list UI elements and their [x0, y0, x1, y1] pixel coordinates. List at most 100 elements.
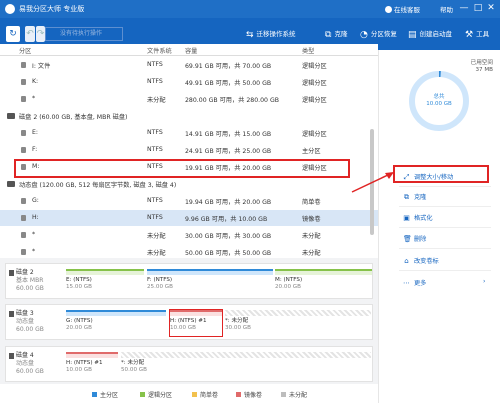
- partition-map-label: F: (NTFS): [147, 277, 173, 283]
- partition-type: 主分区: [302, 148, 321, 155]
- minimize-button[interactable]: —: [458, 2, 470, 15]
- partition-map-label: H: (NTFS) #1: [66, 360, 103, 366]
- partition-name: H:: [32, 214, 39, 221]
- partition-capacity: 14.91 GB 可用，共 15.00 GB: [185, 131, 272, 138]
- disk-map-partition[interactable]: F: (NTFS) 25.00 GB: [147, 269, 273, 295]
- partition-row[interactable]: I: 文件 NTFS 69.91 GB 可用，共 70.00 GB 逻辑分区: [0, 57, 378, 73]
- partition-filesystem: 未分配: [147, 250, 166, 257]
- redo-button[interactable]: ↷: [36, 26, 45, 42]
- partition-list: 分区 文件系统 容量 类型 I: 文件 NTFS 69.91 GB 可用，共 70.…: [0, 44, 378, 262]
- col-type[interactable]: 类型: [302, 46, 314, 55]
- legend-label: 逻辑分区: [148, 392, 173, 399]
- legend-swatch: [92, 392, 97, 397]
- legend-label: 简单卷: [200, 392, 219, 399]
- partition-type: 逻辑分区: [302, 131, 327, 138]
- action-divider: [399, 206, 491, 207]
- create-boot-disk-button[interactable]: ▤ 创建启动盘: [408, 28, 452, 40]
- legend-swatch: [192, 392, 197, 397]
- legend-label: 主分区: [100, 392, 119, 399]
- legend: 主分区 逻辑分区 简单卷 镜像卷 未分配: [0, 385, 378, 403]
- action-format[interactable]: ▣ 格式化: [403, 213, 432, 225]
- legend-label: 镜像卷: [244, 392, 263, 399]
- disk-map-label: 磁盘 3 动态盘 60.00 GB: [16, 310, 44, 334]
- partition-icon: [21, 96, 26, 102]
- partition-capacity: 9.96 GB 可用，共 10.00 GB: [185, 216, 268, 223]
- disk-header-row[interactable]: 动态盘 (120.00 GB, 512 每扇区字节数, 磁盘 3, 磁盘 4): [0, 176, 378, 192]
- partition-row[interactable]: E: NTFS 14.91 GB 可用，共 15.00 GB 逻辑分区: [0, 125, 378, 141]
- partition-row[interactable]: * 未分配 30.00 GB 可用，共 30.00 GB 未分配: [0, 227, 378, 243]
- disk-map-partition[interactable]: H: (NTFS) #1 10.00 GB: [169, 309, 223, 337]
- action-clone[interactable]: ⧉ 克隆: [403, 192, 426, 204]
- action-more[interactable]: ⋯ 更多 ›: [403, 278, 485, 290]
- online-service-link[interactable]: 在线客服: [385, 4, 420, 14]
- disk-map-partition[interactable]: *: 未分配 50.00 GB: [121, 352, 371, 378]
- disk-map-row[interactable]: 磁盘 4 动态盘 60.00 GB H: (NTFS) #1 10.00 GB *: 未分…: [5, 346, 373, 382]
- disk-map-size: 60.00 GB: [16, 285, 44, 292]
- col-filesystem[interactable]: 文件系统: [147, 46, 172, 55]
- partition-row[interactable]: H: NTFS 9.96 GB 可用，共 10.00 GB 镜像卷: [0, 210, 378, 226]
- partition-icon: [21, 147, 26, 153]
- partition-row[interactable]: G: NTFS 19.94 GB 可用，共 20.00 GB 简单卷: [0, 193, 378, 209]
- label-icon: ⌂: [404, 257, 409, 265]
- donut-center: 总共 10.00 GB: [406, 94, 472, 108]
- partition-row[interactable]: * 未分配 280.00 GB 可用，共 280.00 GB 逻辑分区: [0, 91, 378, 107]
- migrate-os-label: 迁移操作系统: [256, 30, 296, 38]
- column-header: 分区 文件系统 容量 类型: [0, 44, 378, 56]
- disk-map-partition[interactable]: *: 未分配 30.00 GB: [225, 310, 371, 336]
- disk-icon: [9, 270, 14, 276]
- migrate-os-button[interactable]: ⇆ 迁移操作系统: [246, 28, 296, 40]
- disk-map-partition[interactable]: G: (NTFS) 20.00 GB: [66, 310, 166, 336]
- maximize-button[interactable]: □: [472, 2, 484, 15]
- partition-icon: [21, 79, 26, 85]
- partition-name: *: [32, 231, 36, 238]
- legend-item: 未分配: [281, 390, 307, 399]
- action-label: 改变卷标: [414, 258, 439, 265]
- legend-swatch: [140, 392, 145, 397]
- tools-icon: ⚒: [465, 30, 474, 40]
- partition-capacity: 49.91 GB 可用，共 50.00 GB: [185, 80, 272, 87]
- disk-map-partition[interactable]: E: (NTFS) 15.00 GB: [66, 269, 144, 295]
- refresh-button[interactable]: ↻: [6, 26, 20, 42]
- clone-button[interactable]: ⧉ 克隆: [325, 28, 347, 40]
- action-divider: [399, 248, 491, 249]
- action-label[interactable]: ⌂ 改变卷标: [403, 256, 439, 268]
- tools-label: 工具: [476, 30, 490, 38]
- undo-button[interactable]: ↶: [25, 26, 35, 42]
- disk-icon: [7, 181, 15, 187]
- help-link[interactable]: 帮助: [440, 4, 453, 14]
- partition-map-label: M: (NTFS): [275, 277, 303, 283]
- disk-map-row[interactable]: 磁盘 3 动态盘 60.00 GB G: (NTFS) 20.00 GB H: (NTFS…: [5, 304, 373, 340]
- disk-map-partition[interactable]: H: (NTFS) #1 10.00 GB: [66, 352, 118, 378]
- disk-map-sub: 基本 MBR: [16, 277, 44, 284]
- partition-capacity: 19.94 GB 可用，共 20.00 GB: [185, 199, 272, 206]
- partition-icon: [21, 249, 26, 255]
- disk-map-size: 60.00 GB: [16, 368, 44, 375]
- col-capacity[interactable]: 容量: [185, 46, 197, 55]
- partition-row[interactable]: K: NTFS 49.91 GB 可用，共 50.00 GB 逻辑分区: [0, 74, 378, 90]
- close-button[interactable]: ✕: [485, 2, 497, 15]
- operations-panel: 已用空间 37 MB 总共 10.00 GB ⤢ 调整大小/移动 ⧉ 克隆 ▣ 格式化 🗑 删除 ⌂…: [378, 50, 500, 403]
- partition-name: *: [32, 248, 36, 255]
- partition-recovery-button[interactable]: ◔ 分区恢复: [360, 28, 397, 40]
- partition-name: I: 文件: [32, 63, 51, 70]
- action-delete[interactable]: 🗑 删除: [403, 234, 426, 246]
- pending-operations-button[interactable]: 没有待执行操作: [45, 27, 123, 41]
- tools-button[interactable]: ⚒ 工具: [465, 28, 489, 40]
- legend-label: 未分配: [289, 392, 308, 399]
- partition-capacity: 50.00 GB 可用，共 50.00 GB: [185, 250, 272, 257]
- action-divider: [399, 227, 491, 228]
- disk-header-row[interactable]: 磁盘 2 (60.00 GB, 基本盘, MBR 磁盘): [0, 108, 378, 124]
- partition-capacity: 24.91 GB 可用，共 25.00 GB: [185, 148, 272, 155]
- col-partition[interactable]: 分区: [19, 46, 31, 55]
- partition-map-size: 25.00 GB: [147, 284, 173, 290]
- partition-row[interactable]: F: NTFS 24.91 GB 可用，共 25.00 GB 主分区: [0, 142, 378, 158]
- clone-label: 克隆: [334, 30, 348, 38]
- partition-filesystem: NTFS: [147, 197, 163, 204]
- legend-item: 简单卷: [192, 390, 218, 399]
- disk-map-partition[interactable]: M: (NTFS) 20.00 GB: [275, 269, 372, 295]
- action-label: 删除: [414, 236, 427, 243]
- disk-map-row[interactable]: 磁盘 2 基本 MBR 60.00 GB E: (NTFS) 15.00 GB F: (N…: [5, 263, 373, 299]
- partition-name: K:: [32, 78, 39, 85]
- partition-type: 未分配: [302, 250, 321, 257]
- app-logo: [5, 4, 15, 14]
